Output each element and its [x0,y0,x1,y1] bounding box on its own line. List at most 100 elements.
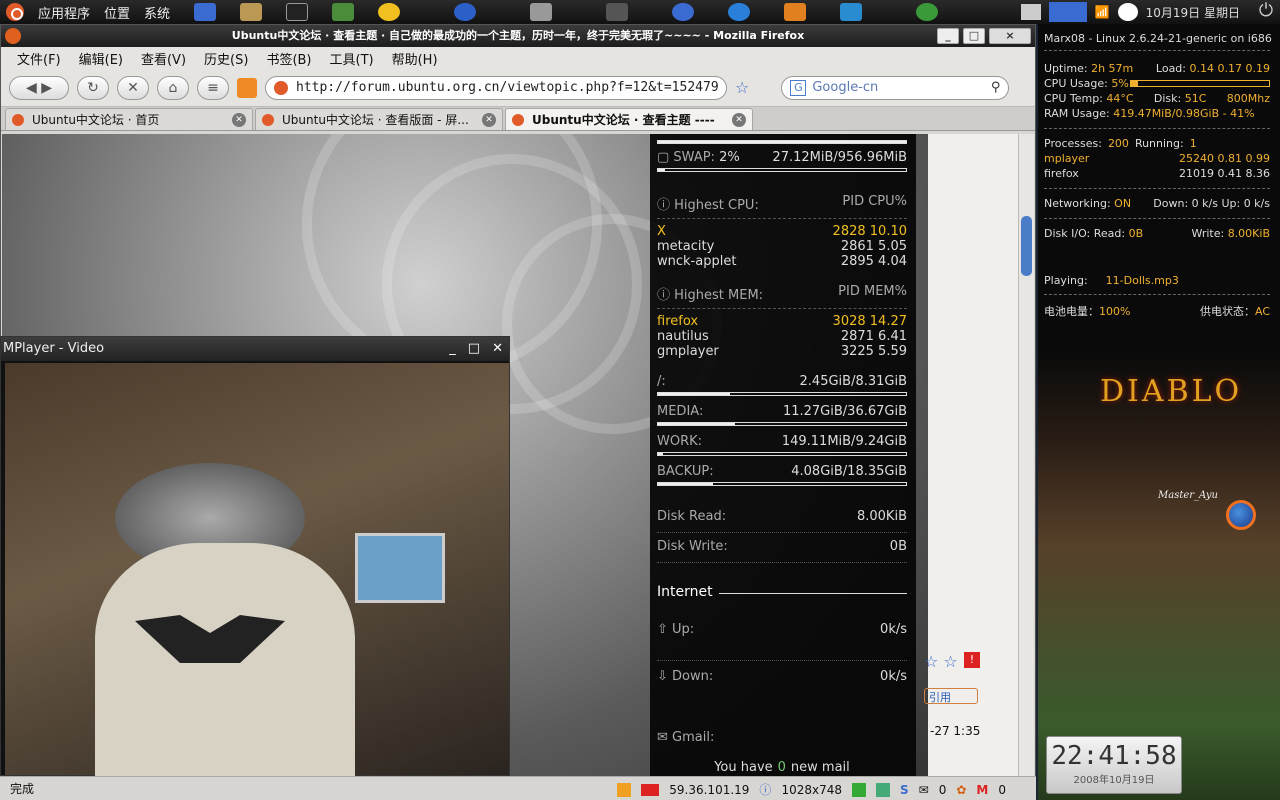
tab-forum-section[interactable]: Ubuntu中文论坛 · 查看版面 - 屏... ✕ [255,108,503,130]
workspace-switcher[interactable] [1048,2,1087,22]
search-launcher-icon[interactable] [672,3,695,21]
tab-close-icon[interactable]: ✕ [732,112,746,127]
menu-system[interactable]: 系统 [144,3,170,22]
menu-help[interactable]: 帮助(H) [392,49,438,68]
phone-launcher-icon[interactable] [606,3,629,21]
menu-bar: 文件(F) 编辑(E) 查看(V) 历史(S) 书签(B) 工具(T) 帮助(H… [1,47,1035,69]
penguin-tray-icon[interactable] [1117,3,1138,21]
temp-row: CPU Temp: 44°C Disk: 51C 800Mhz [1044,92,1270,105]
puzzle-status-icon[interactable] [875,782,890,797]
tab-close-icon[interactable]: ✕ [482,112,496,127]
tab-favicon [512,113,524,126]
menu-view[interactable]: 查看(V) [141,49,186,68]
menu-file[interactable]: 文件(F) [17,49,61,68]
cpu-proc-row: X 2828 10.10 [657,224,907,239]
report-icon[interactable]: ! [964,652,980,668]
star-bookmark-icon[interactable]: ☆ [735,78,749,97]
navigation-toolbar: ◀ ▶ ↻ ✕ ⌂ ≡ http://forum.ubuntu.org.cn/v… [1,69,1035,107]
menu-tools[interactable]: 工具(T) [330,49,374,68]
menu-applications[interactable]: 应用程序 [38,3,90,22]
globe-launcher-icon[interactable] [454,3,477,21]
wifi-icon[interactable]: 📶 [1095,5,1110,19]
firefox-titlebar[interactable]: Ubuntu中文论坛 · 查看主题 · 自己做的最成功的一个主题，历时一年，终于… [1,25,1035,47]
highest-cpu-label: Highest CPU: [674,198,759,213]
media-launcher-icon[interactable] [728,3,751,21]
desktop-sysinfo: Marx08 - Linux 2.6.24-21-generic on i686… [1038,24,1280,800]
disk-bar [657,392,907,396]
edit-status-icon[interactable] [617,782,632,797]
weather-status-icon[interactable]: ✿ [956,783,966,797]
ubuntu-logo-icon[interactable] [6,3,24,21]
ram-row: RAM Usage: 419.47MiB/0.98GiB - 41% [1044,107,1255,120]
menu-history[interactable]: 历史(S) [204,49,248,68]
mem-proc-row: firefox 3028 14.27 [657,314,907,329]
window-title: Ubuntu中文论坛 · 查看主题 · 自己做的最成功的一个主题，历时一年，终于… [231,29,805,42]
highest-mem-label: Highest MEM: [674,288,764,303]
firefox-desktop-icon[interactable] [1226,500,1256,530]
edit-tray-icon[interactable] [1020,4,1041,20]
status-icons: 59.36.101.19 ⓘ 1028x748 S ✉ 0 ✿ M 0 [617,781,1006,798]
menu-edit[interactable]: 编辑(E) [79,49,123,68]
mplayer-close-button[interactable]: ✕ [492,337,503,361]
video-frame[interactable] [5,363,509,783]
search-icon[interactable]: ⚲ [991,80,1001,95]
back-forward-button[interactable]: ◀ ▶ [9,75,69,100]
gmail-status-icon[interactable]: M [976,783,988,797]
search-bar[interactable]: G Google-cn ⚲ [781,75,1010,100]
terminal-launcher-icon[interactable] [286,3,309,21]
proc-row-mplayer: mplayer 25240 0.81 0.99 [1044,152,1270,165]
cpu-columns: PID CPU% [842,194,907,209]
mail-status-icon[interactable]: ✉ [919,783,929,797]
reload-button[interactable]: ↻ [77,75,109,100]
scrollbar-thumb[interactable] [1021,216,1032,276]
tab-favicon [262,113,274,126]
android-status-icon[interactable] [851,782,866,797]
search-placeholder: Google-cn [812,80,879,95]
internet-header: Internet [657,584,907,600]
tab-close-icon[interactable]: ✕ [232,112,246,127]
playing-row: Playing: 11-Dolls.mp3 [1044,274,1179,287]
url-bar[interactable]: http://forum.ubuntu.org.cn/viewtopic.php… [265,75,727,100]
power-icon[interactable]: ⏻ [1252,0,1280,24]
panel-date[interactable]: 10月19日 星期日 [1146,4,1240,21]
maximize-button[interactable]: □ [963,28,985,44]
book-launcher-icon[interactable] [332,3,355,21]
browser-launcher-icon[interactable] [194,3,217,21]
stop-button[interactable]: ✕ [117,75,149,100]
minimize-button[interactable]: _ [937,28,959,44]
quote-button[interactable]: 引用 [924,688,978,704]
google-engine-icon[interactable]: G [790,79,807,96]
disk-bar [657,422,907,426]
mplayer-minimize-button[interactable]: _ [449,337,456,361]
disk-root-row: /: 2.45GiB/8.31GiB [657,374,907,389]
clock-time: 22:41:58 [1051,741,1177,771]
home-button[interactable]: ⌂ [157,75,189,100]
mplayer-maximize-button[interactable]: □ [468,337,480,361]
diablo-logo: DIABLO [1100,374,1243,409]
shirt-shape [95,543,355,783]
info-icon: ⓘ [657,288,675,303]
network-launcher-icon[interactable] [916,3,939,21]
info-status-icon[interactable]: ⓘ [759,781,771,798]
photo-launcher-icon[interactable] [840,3,863,21]
cpu-proc-row: metacity 2861 5.05 [657,239,907,254]
tab-forum-home[interactable]: Ubuntu中文论坛 · 首页 ✕ [5,108,253,130]
bookmark-toolbar-button[interactable]: ≡ [197,75,229,100]
mplayer-titlebar[interactable]: MPlayer - Video _ □ ✕ [1,337,509,361]
tools-launcher-icon[interactable] [530,3,553,21]
disk-write-graph [657,562,907,563]
tab-forum-topic[interactable]: Ubuntu中文论坛 · 查看主题 ---- ✕ [505,108,753,130]
menu-bookmarks[interactable]: 书签(B) [266,49,311,68]
close-button[interactable]: × [989,28,1031,44]
vertical-scrollbar[interactable] [1018,134,1034,776]
qq-launcher-icon[interactable] [378,3,401,21]
editor-launcher-icon[interactable] [240,3,263,21]
internet-label: Internet [657,584,713,600]
status-text: 完成 [10,782,35,796]
menu-places[interactable]: 位置 [104,3,130,22]
s-status-icon[interactable]: S [900,783,909,797]
burst-launcher-icon[interactable] [784,3,807,21]
rss-icon[interactable] [237,77,257,98]
post-star-icons[interactable]: ☆ ☆ [924,652,958,671]
battery-row: 电池电量：100% 供电状态：AC [1044,305,1270,318]
